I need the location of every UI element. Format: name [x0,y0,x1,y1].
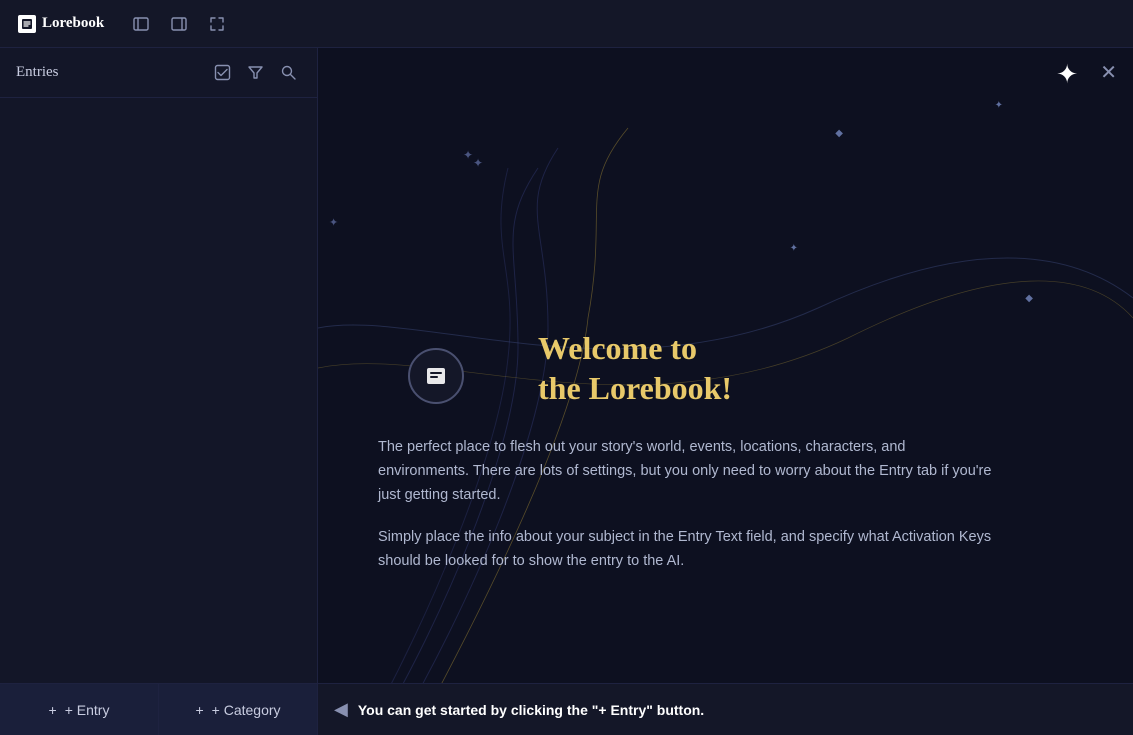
star-8: ◆ [1025,293,1033,304]
expand-button[interactable] [198,9,236,39]
welcome-title-line1: Welcome to [538,328,1093,368]
welcome-panel: Welcome to the Lorebook! The perfect pla… [378,328,1093,592]
hint-bar: ◀ You can get started by clicking the "+… [318,683,1133,735]
star-2: ✦ [995,100,1003,111]
close-button[interactable]: ✕ [1100,60,1117,85]
add-entry-label: + Entry [65,702,110,718]
close-icon: ✕ [1100,62,1117,84]
checkbox-filter-button[interactable] [210,62,235,83]
logo-icon [18,15,36,33]
sidebar-content [0,98,317,683]
pin-left-button[interactable] [122,9,160,39]
hint-text: You can get started by clicking the "+ E… [358,702,704,718]
main-layout: Entries [0,48,1133,735]
welcome-paragraph-1: The perfect place to flesh out your stor… [378,436,998,508]
sidebar-header-icons [210,62,301,83]
sidebar-header: Entries [0,48,317,98]
welcome-paragraph-2: Simply place the info about your subject… [378,526,998,574]
welcome-title-line2: the Lorebook! [538,368,1093,408]
logo: Lorebook [8,11,114,37]
hint-arrow-icon: ◀ [334,699,348,720]
add-entry-button[interactable]: + + Entry [0,684,159,735]
add-category-icon: + [195,702,203,718]
star-5: ◆ [835,128,843,139]
logo-label: Lorebook [42,15,104,32]
welcome-body: The perfect place to flesh out your stor… [378,436,998,574]
sidebar-footer: + + Entry + + Category [0,683,317,735]
toolbar: Lorebook [0,0,1133,48]
add-entry-icon: + [49,702,57,718]
welcome-title: Welcome to the Lorebook! [538,328,1093,408]
star-6: ✦ [329,216,338,229]
star-4: ✦ [473,156,483,171]
search-button[interactable] [276,62,301,83]
pin-right-button[interactable] [160,9,198,39]
filter-button[interactable] [243,62,268,83]
star-1: ✦ [1056,60,1078,90]
sidebar-title: Entries [16,64,59,81]
add-category-label: + Category [212,702,281,718]
star-3: ✦ [463,148,473,163]
sidebar: Entries [0,48,318,735]
star-7: ✦ [790,243,798,254]
add-category-button[interactable]: + + Category [159,684,317,735]
content-area: ✦ ✦ ✦ ✦ ◆ ✦ ✦ ◆ ✕ Welcome to the Loreboo… [318,48,1133,735]
